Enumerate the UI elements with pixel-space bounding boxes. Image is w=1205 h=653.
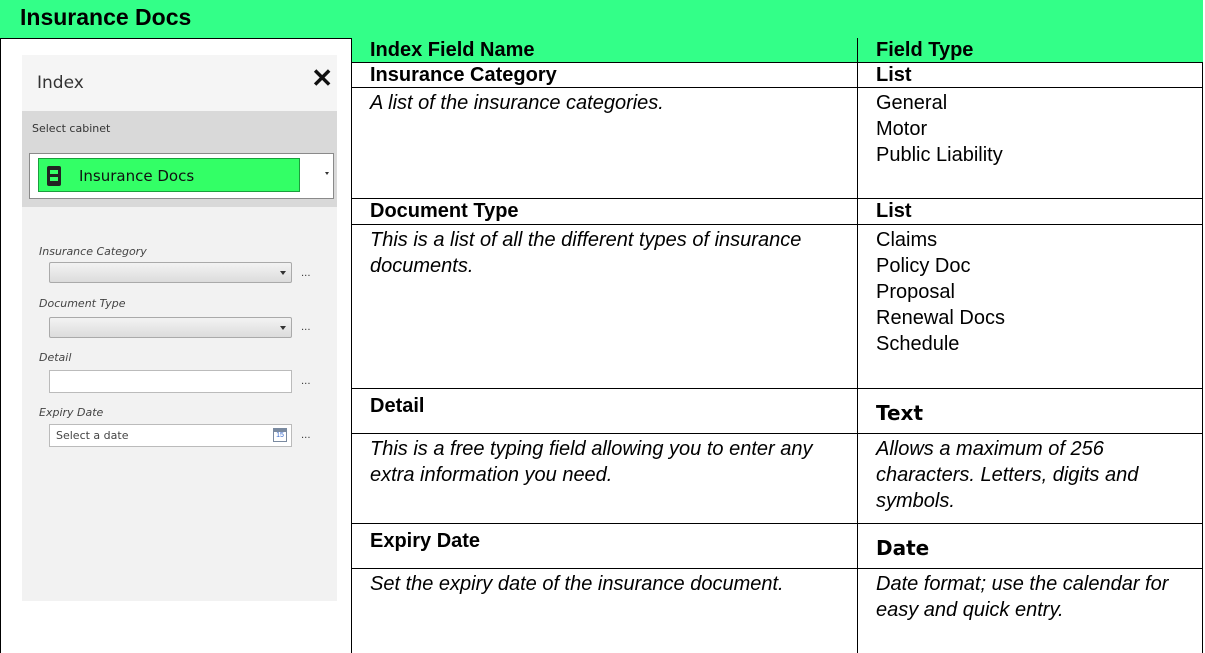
calendar-icon[interactable]: 15: [273, 428, 287, 442]
expiry-date-label: Expiry Date: [39, 406, 104, 419]
list-item: Public Liability: [876, 144, 1003, 166]
expiry-date-picker[interactable]: Select a date 15: [49, 424, 292, 447]
header-field-type: Field Type: [857, 38, 1203, 63]
panel-header: Index ✕: [22, 55, 337, 111]
row-options: General Motor Public Liability: [857, 88, 1203, 199]
list-item: Policy Doc: [876, 255, 971, 277]
row-type-note: Allows a maximum of 256 characters. Lett…: [857, 434, 1203, 524]
list-item: Motor: [876, 118, 928, 140]
detail-input[interactable]: [49, 370, 292, 393]
list-item: Schedule: [876, 333, 960, 355]
row-description: Set the expiry date of the insurance doc…: [351, 569, 857, 653]
cabinet-section: Select cabinet Insurance Docs: [22, 111, 337, 207]
row-type: List: [857, 199, 1203, 225]
cabinet-select[interactable]: Insurance Docs: [29, 153, 334, 199]
row-options: Claims Policy Doc Proposal Renewal Docs …: [857, 225, 1203, 389]
row-description: This is a list of all the different type…: [351, 225, 857, 389]
row-name: Document Type: [351, 199, 857, 225]
page-title: Insurance Docs: [20, 4, 192, 30]
cabinet-selected-item[interactable]: Insurance Docs: [38, 158, 300, 192]
row-name: Insurance Category: [351, 63, 857, 88]
detail-more-button[interactable]: ...: [301, 376, 311, 387]
expiry-date-more-button[interactable]: ...: [301, 430, 311, 441]
detail-label: Detail: [39, 351, 72, 364]
row-type-note: Date format; use the calendar for easy a…: [857, 569, 1203, 653]
document-type-label: Document Type: [39, 297, 126, 310]
row-type: Text: [857, 389, 1203, 434]
date-placeholder: Select a date: [56, 429, 129, 442]
list-item: General: [876, 92, 948, 114]
chevron-down-icon: [280, 271, 286, 275]
row-type: List: [857, 63, 1203, 88]
row-description: A list of the insurance categories.: [351, 88, 857, 199]
list-item: Renewal Docs: [876, 307, 1005, 329]
insurance-category-more-button[interactable]: ...: [301, 268, 311, 279]
row-type: Date: [857, 524, 1203, 569]
select-cabinet-label: Select cabinet: [32, 122, 111, 135]
document-type-dropdown[interactable]: [49, 317, 292, 338]
list-item: Claims: [876, 229, 938, 251]
close-icon[interactable]: ✕: [311, 65, 333, 91]
chevron-down-icon[interactable]: [325, 172, 329, 175]
chevron-down-icon: [280, 326, 286, 330]
row-name: Detail: [351, 389, 857, 434]
list-item: Proposal: [876, 281, 955, 303]
insurance-category-label: Insurance Category: [39, 245, 147, 258]
document-type-more-button[interactable]: ...: [301, 322, 311, 333]
cabinet-value: Insurance Docs: [79, 167, 195, 185]
index-panel: Index ✕ Select cabinet Insurance Docs In…: [22, 55, 337, 601]
header-field-name: Index Field Name: [351, 38, 857, 63]
row-name: Expiry Date: [351, 524, 857, 569]
title-bar: Insurance Docs: [0, 0, 1203, 39]
row-description: This is a free typing field allowing you…: [351, 434, 857, 524]
insurance-category-dropdown[interactable]: [49, 262, 292, 283]
panel-title: Index: [37, 73, 84, 93]
cabinet-icon: [47, 166, 61, 186]
